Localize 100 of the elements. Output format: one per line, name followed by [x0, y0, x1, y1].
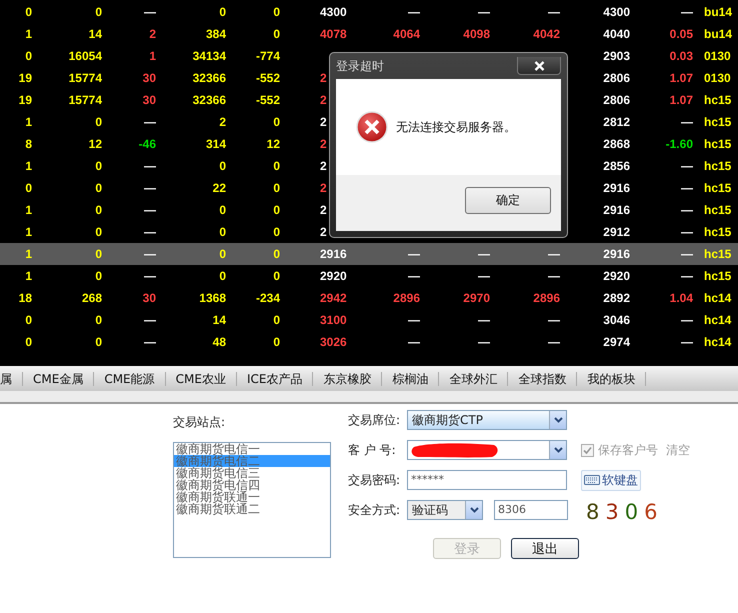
- captcha-digit: 0: [624, 500, 638, 524]
- table-cell: 14: [212, 313, 226, 327]
- table-cell: 2920: [320, 269, 347, 283]
- table-cell: 3046: [603, 313, 630, 327]
- site-list[interactable]: 徽商期货电信一 徽商期货电信二 徽商期货电信三 徽商期货电信四 徽商期货联通一 徽商期货联通二: [173, 442, 331, 558]
- table-cell: 2: [320, 93, 327, 107]
- site-item[interactable]: 徽商期货联通二: [174, 503, 330, 515]
- error-icon: [356, 111, 388, 143]
- market-tab[interactable]: 我的板块: [577, 372, 646, 386]
- close-button[interactable]: [517, 57, 561, 75]
- table-cell: 0: [273, 335, 280, 349]
- site-item[interactable]: 徽商期货电信四: [174, 479, 330, 491]
- seat-dropdown[interactable]: 徽商期货CTP: [407, 410, 567, 430]
- table-cell: 0: [95, 5, 102, 19]
- table-cell: 0: [219, 5, 226, 19]
- table-cell: —: [681, 269, 693, 283]
- table-cell: hc14: [704, 291, 732, 305]
- table-cell: 0: [25, 313, 32, 327]
- table-cell: 12: [266, 137, 280, 151]
- table-cell: —: [478, 313, 490, 327]
- site-item[interactable]: 徽商期货联通一: [174, 491, 330, 503]
- market-tab[interactable]: ICE农产品: [236, 372, 314, 386]
- table-row[interactable]: 1 0 — 0 0 2916 — — — 2916 — hc15: [0, 243, 738, 265]
- table-cell: —: [144, 313, 156, 327]
- table-cell: 0: [25, 335, 32, 349]
- table-cell: hc15: [704, 269, 732, 283]
- table-cell: 14: [88, 27, 102, 41]
- table-cell: 2806: [603, 93, 630, 107]
- table-cell: hc15: [704, 115, 732, 129]
- table-cell: 0.05: [670, 27, 693, 41]
- table-cell: —: [144, 181, 156, 195]
- table-cell: 0: [219, 203, 226, 217]
- table-cell: 22: [212, 181, 226, 195]
- table-cell: -774: [256, 49, 280, 63]
- table-cell: 2974: [603, 335, 630, 349]
- table-cell: 15774: [68, 71, 102, 85]
- table-cell: —: [144, 247, 156, 261]
- table-cell: 1: [25, 269, 32, 283]
- table-cell: 30: [142, 291, 156, 305]
- field-label: 交易席位:: [348, 412, 402, 428]
- site-item[interactable]: 徽商期货电信三: [174, 467, 330, 479]
- table-cell: —: [478, 247, 490, 261]
- table-cell: 2: [320, 203, 327, 217]
- table-cell: 8: [25, 137, 32, 151]
- table-cell: 1: [25, 225, 32, 239]
- code-field[interactable]: 8306: [494, 500, 568, 520]
- table-cell: 0: [273, 247, 280, 261]
- table-cell: 2892: [603, 291, 630, 305]
- table-cell: -552: [256, 93, 280, 107]
- table-cell: —: [681, 335, 693, 349]
- table-cell: —: [144, 335, 156, 349]
- market-tab[interactable]: 全球指数: [508, 372, 578, 386]
- site-item[interactable]: 徽商期货电信一: [174, 443, 330, 455]
- table-cell: hc15: [704, 247, 732, 261]
- security-dropdown[interactable]: 验证码: [407, 500, 483, 520]
- table-cell: 32366: [192, 71, 226, 85]
- market-tab[interactable]: CME农业: [166, 372, 237, 386]
- field-label: 客 户 号:: [348, 442, 397, 458]
- table-cell: 2912: [603, 225, 630, 239]
- table-cell: hc15: [704, 181, 732, 195]
- table-cell: hc15: [704, 203, 732, 217]
- table-cell: —: [681, 225, 693, 239]
- market-tab[interactable]: 东京橡胶: [313, 372, 382, 386]
- table-cell: 34134: [192, 49, 226, 63]
- table-cell: 0: [25, 181, 32, 195]
- market-tab[interactable]: CME金属: [23, 372, 94, 386]
- table-cell: —: [548, 313, 560, 327]
- table-cell: 30: [142, 93, 156, 107]
- table-cell: 0: [219, 269, 226, 283]
- market-tab[interactable]: CME能源: [94, 372, 166, 386]
- table-cell: 0: [95, 115, 102, 129]
- table-cell: 314: [206, 137, 226, 151]
- table-cell: —: [478, 335, 490, 349]
- table-cell: 1: [25, 27, 32, 41]
- exit-button[interactable]: 退出: [511, 538, 579, 559]
- table-cell: 1: [25, 159, 32, 173]
- table-cell: 1: [149, 49, 156, 63]
- market-tab[interactable]: 全球外汇: [439, 372, 508, 386]
- table-cell: —: [144, 203, 156, 217]
- market-tab[interactable]: 棕榈油: [382, 372, 440, 386]
- table-cell: 0: [273, 203, 280, 217]
- table-cell: 4300: [320, 5, 347, 19]
- table-cell: 0130: [704, 71, 731, 85]
- table-cell: hc15: [704, 159, 732, 173]
- market-tab[interactable]: 属: [0, 372, 23, 386]
- account-dropdown[interactable]: [407, 440, 567, 460]
- table-cell: 0: [273, 5, 280, 19]
- table-cell: —: [408, 335, 420, 349]
- table-cell: —: [408, 247, 420, 261]
- table-cell: 0: [273, 313, 280, 327]
- field-label: 交易站点:: [173, 414, 226, 431]
- soft-keyboard-button[interactable]: 软键盘: [581, 470, 641, 490]
- table-cell: 2: [320, 181, 327, 195]
- dialog-title: 登录超时: [336, 58, 384, 74]
- captcha-digit: 6: [644, 500, 658, 524]
- table-cell: 0: [219, 225, 226, 239]
- password-field[interactable]: ******: [407, 470, 567, 490]
- ok-button[interactable]: 确定: [465, 187, 551, 214]
- table-cell: 1: [25, 115, 32, 129]
- table-cell: 0: [95, 247, 102, 261]
